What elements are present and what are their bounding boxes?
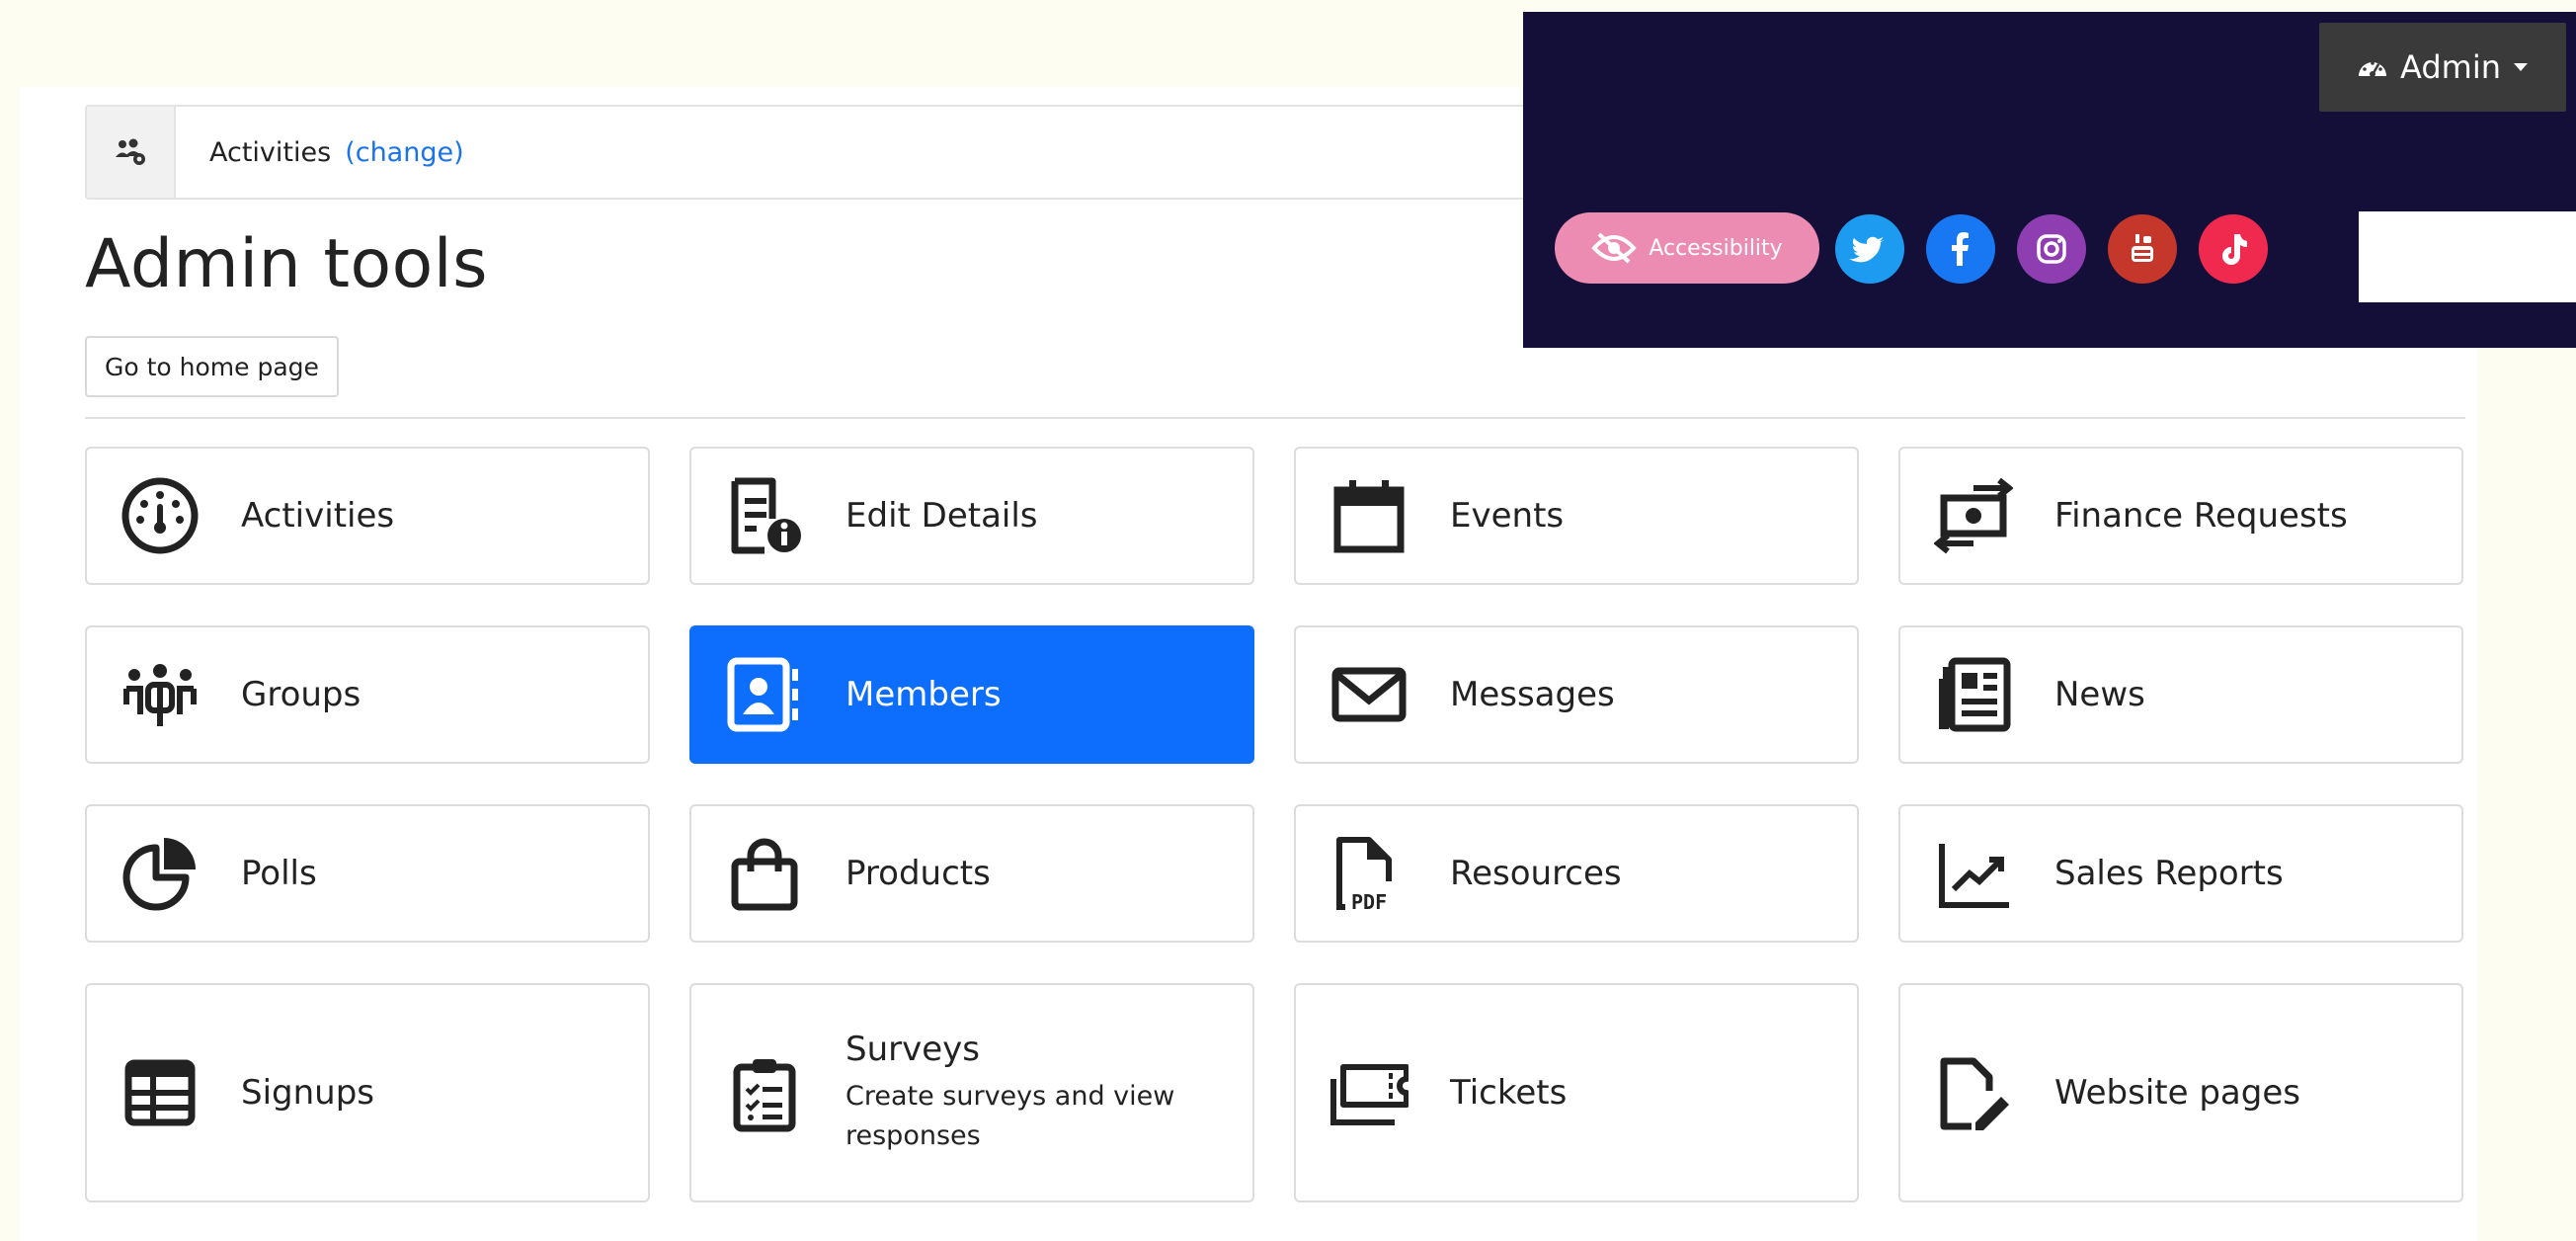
tile-sales-reports[interactable]: Sales Reports	[1898, 804, 2463, 943]
people-group-icon	[121, 655, 200, 734]
breadcrumb-context: Activities	[209, 136, 332, 168]
tile-website-pages[interactable]: Website pages	[1898, 983, 2463, 1202]
tile-members[interactable]: Members	[689, 625, 1254, 764]
pdf-file-icon: PDF	[1329, 834, 1409, 913]
tile-finance-requests[interactable]: Finance Requests	[1898, 447, 2463, 585]
facebook-icon	[1952, 232, 1969, 266]
tile-label: Website pages	[2054, 1073, 2300, 1113]
change-context-link[interactable]: (change)	[345, 137, 463, 168]
tile-label: Products	[845, 854, 991, 893]
gauge-icon	[121, 476, 200, 555]
tile-description: Create surveys and view responses	[845, 1081, 1175, 1151]
tile-label: News	[2054, 675, 2145, 714]
file-pen-icon	[1934, 1053, 2013, 1132]
twitter-icon	[1849, 236, 1885, 263]
tile-activities[interactable]: Activities	[85, 447, 650, 585]
tile-events[interactable]: Events	[1294, 447, 1859, 585]
tile-label: Sales Reports	[2054, 854, 2284, 893]
tile-label: Activities	[241, 496, 395, 536]
tiktok-link[interactable]	[2199, 214, 2268, 284]
tile-label: Finance Requests	[2054, 496, 2348, 536]
twitter-link[interactable]	[1835, 214, 1904, 284]
admin-tools-grid: Activities Edit Details Events Finance R…	[85, 447, 2465, 1202]
youtube-icon	[2132, 234, 2153, 262]
clipboard-list-icon	[725, 1053, 804, 1132]
table-icon	[121, 1053, 200, 1132]
pie-chart-icon	[121, 834, 200, 913]
svg-text:PDF: PDF	[1351, 890, 1387, 913]
tile-label: Resources	[1450, 854, 1622, 893]
tile-resources[interactable]: PDF Resources	[1294, 804, 1859, 943]
users-cog-icon	[116, 138, 145, 165]
money-exchange-icon	[1934, 476, 2013, 555]
tile-messages[interactable]: Messages	[1294, 625, 1859, 764]
file-info-icon	[725, 476, 804, 555]
tile-label: Signups	[241, 1073, 375, 1113]
tile-label: Events	[1450, 496, 1565, 536]
caret-down-icon	[2513, 63, 2528, 71]
breadcrumb-icon-box	[87, 107, 176, 198]
tile-products[interactable]: Products	[689, 804, 1254, 943]
tile-label: Polls	[241, 854, 317, 893]
newspaper-icon	[1934, 655, 2013, 734]
admin-label: Admin	[2400, 48, 2501, 86]
shopping-bag-icon	[725, 834, 804, 913]
facebook-link[interactable]	[1926, 214, 1995, 284]
tile-label: Messages	[1450, 675, 1615, 714]
tile-label: Tickets	[1450, 1073, 1568, 1113]
tile-label: Groups	[241, 675, 362, 714]
tile-polls[interactable]: Polls	[85, 804, 650, 943]
instagram-link[interactable]	[2017, 214, 2086, 284]
tile-groups[interactable]: Groups	[85, 625, 650, 764]
tile-edit-details[interactable]: Edit Details	[689, 447, 1254, 585]
tile-tickets[interactable]: Tickets	[1294, 983, 1859, 1202]
eye-slash-icon	[1591, 232, 1638, 264]
ticket-icon	[1329, 1053, 1409, 1132]
tile-surveys[interactable]: Surveys Create surveys and view response…	[689, 983, 1254, 1202]
accessibility-label: Accessibility	[1649, 235, 1783, 261]
dashboard-icon	[2359, 61, 2386, 77]
address-book-icon	[725, 655, 804, 734]
home-page-button[interactable]: Go to home page	[85, 336, 339, 397]
tile-label: Edit Details	[845, 496, 1038, 536]
youtube-link[interactable]	[2108, 214, 2177, 284]
instagram-icon	[2037, 234, 2066, 264]
site-header: Admin Accessibility	[1523, 12, 2576, 348]
social-links	[1835, 214, 2268, 284]
divider	[85, 417, 2465, 419]
accessibility-button[interactable]: Accessibility	[1555, 212, 1819, 284]
line-chart-icon	[1934, 834, 2013, 913]
calendar-icon	[1329, 476, 1409, 555]
header-search-box[interactable]	[2359, 211, 2576, 302]
tile-signups[interactable]: Signups	[85, 983, 650, 1202]
tile-label: Members	[845, 675, 1002, 714]
tile-news[interactable]: News	[1898, 625, 2463, 764]
tile-label: Surveys	[845, 1030, 980, 1069]
envelope-icon	[1329, 655, 1409, 734]
admin-menu-button[interactable]: Admin	[2319, 23, 2566, 112]
tiktok-icon	[2222, 234, 2247, 265]
page-title: Admin tools	[85, 225, 489, 303]
